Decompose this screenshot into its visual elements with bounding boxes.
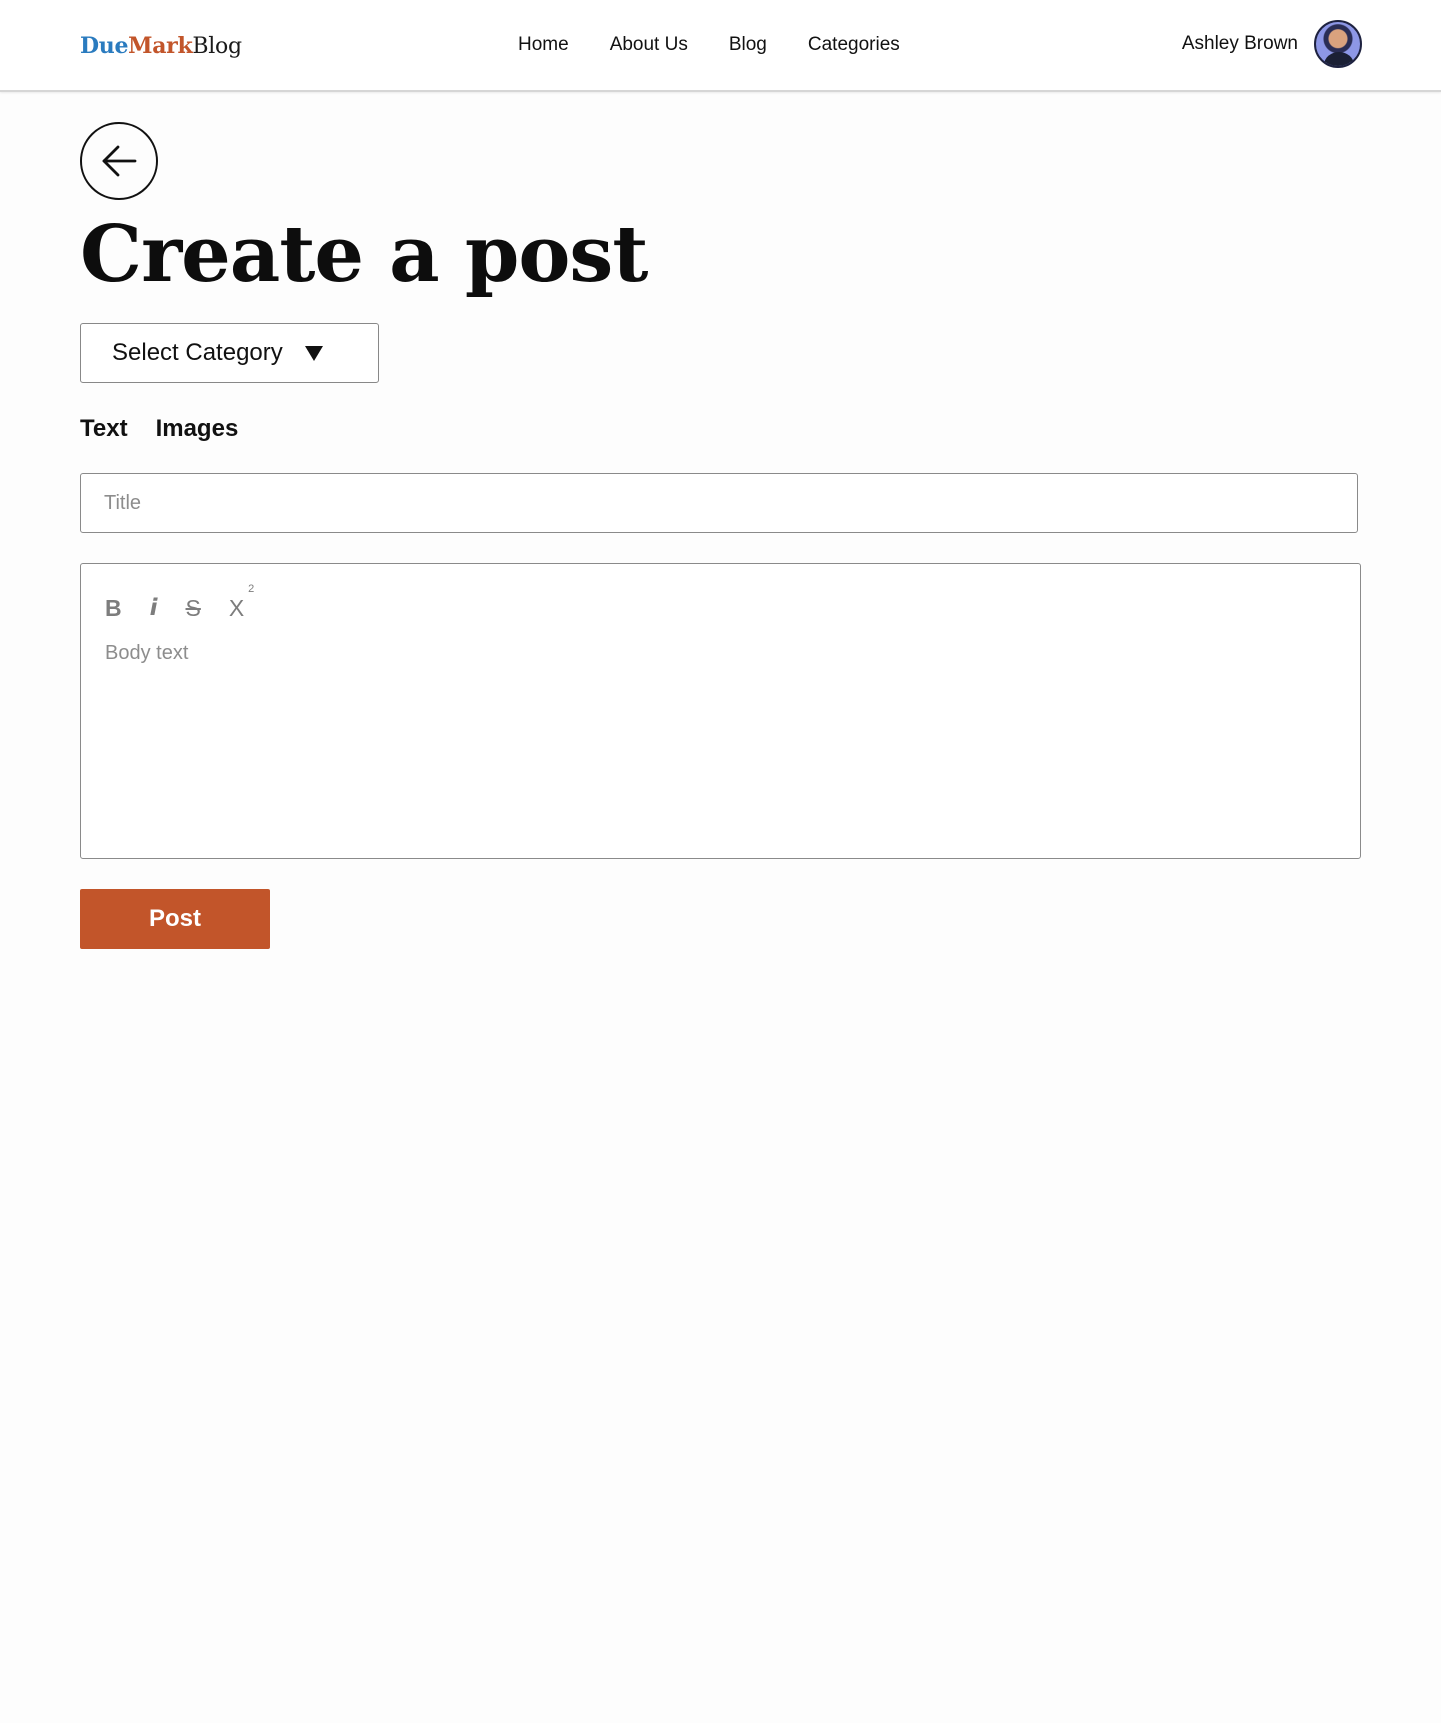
post-button[interactable]: Post [80,889,270,949]
body-editor: B i S X2 [80,563,1361,859]
top-navbar: DueMarkBlog Home About Us Blog Categorie… [0,0,1441,92]
user-menu[interactable]: Ashley Brown [1182,20,1362,68]
logo-blog: Blog [192,34,242,59]
superscript-button[interactable]: X2 [228,583,254,628]
tab-images[interactable]: Images [156,413,239,445]
nav-categories[interactable]: Categories [808,32,900,58]
avatar[interactable] [1314,20,1362,68]
caret-down-icon [304,345,323,361]
bold-button[interactable]: B [105,588,122,628]
category-select-label: Select Category [112,339,283,366]
body-text-area[interactable] [105,642,1336,838]
nav-home[interactable]: Home [518,32,569,58]
strikethrough-button[interactable]: S [186,588,201,628]
main-nav: Home About Us Blog Categories [518,32,941,58]
nav-blog[interactable]: Blog [729,32,767,58]
category-select[interactable]: Select Category [80,323,379,383]
site-logo[interactable]: DueMarkBlog [80,31,242,62]
content-type-tabs: Text Images [80,413,266,445]
superscript-base: X [228,595,245,621]
back-button[interactable] [80,122,158,200]
editor-toolbar: B i S X2 [105,583,272,628]
logo-due: Due [80,33,129,59]
tab-text[interactable]: Text [80,413,128,445]
title-input[interactable] [80,473,1358,533]
page-title: Create a post [80,209,648,300]
user-name: Ashley Brown [1181,33,1298,54]
arrow-left-icon [102,145,137,177]
nav-about-us[interactable]: About Us [610,32,688,58]
logo-mark: Mark [128,33,193,59]
superscript-exp: 2 [248,583,255,595]
italic-button[interactable]: i [150,588,158,628]
